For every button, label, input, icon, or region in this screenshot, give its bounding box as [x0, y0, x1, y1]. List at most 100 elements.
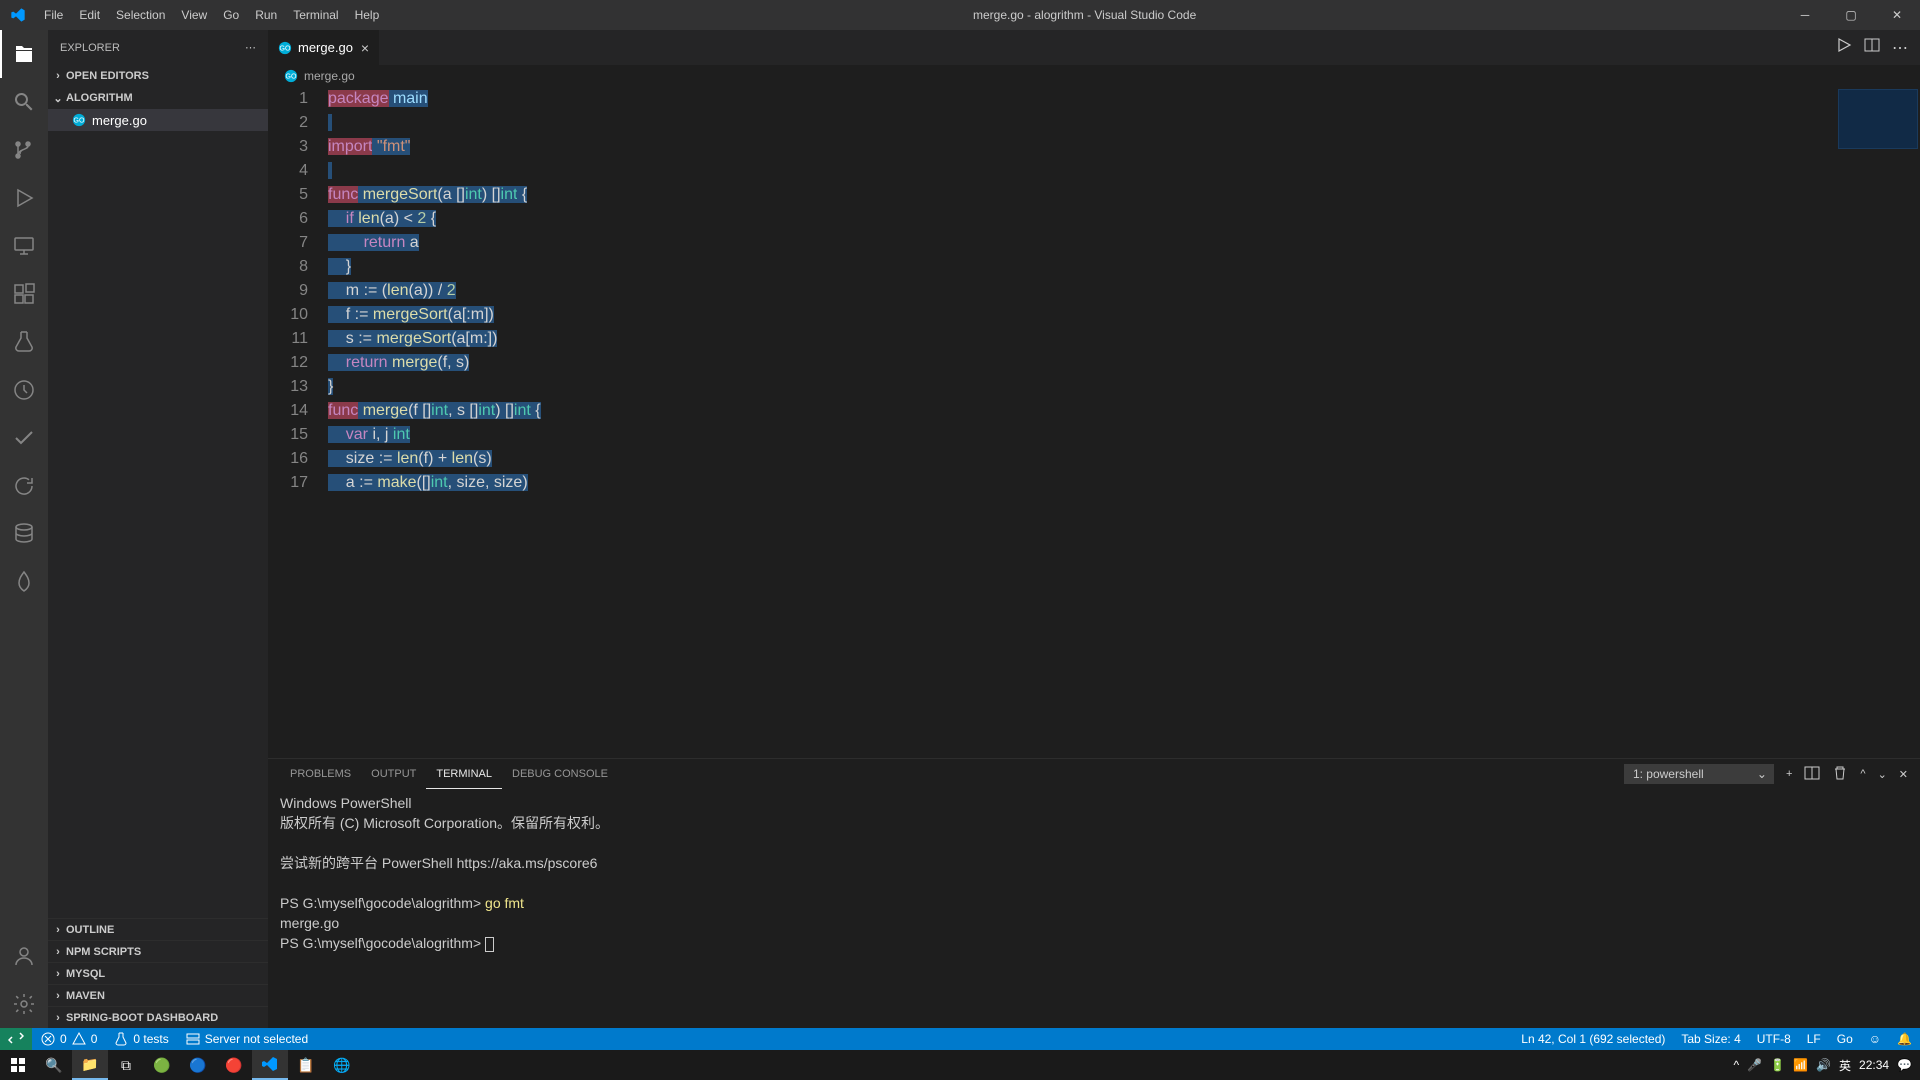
- extensions-icon[interactable]: [0, 270, 48, 318]
- section-spring-boot-dashboard[interactable]: ›SPRING-BOOT DASHBOARD: [48, 1006, 268, 1028]
- split-terminal-icon[interactable]: [1804, 765, 1820, 784]
- mongodb-icon[interactable]: [0, 558, 48, 606]
- section-outline[interactable]: ›OUTLINE: [48, 918, 268, 940]
- status-tab-size[interactable]: Tab Size: 4: [1673, 1028, 1748, 1050]
- remote-indicator[interactable]: [0, 1028, 32, 1050]
- explorer-icon[interactable]: [0, 30, 48, 78]
- split-editor-icon[interactable]: [1864, 37, 1880, 58]
- taskbar-chrome-icon[interactable]: 🌐: [324, 1050, 360, 1080]
- minimap[interactable]: [1838, 89, 1918, 149]
- titlebar: FileEditSelectionViewGoRunTerminalHelp m…: [0, 0, 1920, 30]
- sidebar-bottom-sections: ›OUTLINE›NPM SCRIPTS›MYSQL›MAVEN›SPRING-…: [48, 918, 268, 1028]
- server-label: Server not selected: [205, 1032, 308, 1046]
- sidebar-title-label: EXPLORER: [60, 42, 120, 54]
- settings-icon[interactable]: [0, 980, 48, 1028]
- tab-close-icon[interactable]: ×: [361, 40, 369, 56]
- source-control-icon[interactable]: [0, 126, 48, 174]
- vscode-icon: [10, 7, 26, 23]
- kill-terminal-icon[interactable]: [1832, 765, 1848, 784]
- accounts-icon[interactable]: [0, 932, 48, 980]
- panel-tab-problems[interactable]: PROBLEMS: [280, 759, 361, 789]
- status-problems[interactable]: 0 0: [32, 1028, 105, 1050]
- search-icon[interactable]: [0, 78, 48, 126]
- start-button[interactable]: [0, 1050, 36, 1080]
- taskbar-wechat-icon[interactable]: 🟢: [144, 1050, 180, 1080]
- taskbar-search-icon[interactable]: 🔍: [36, 1050, 72, 1080]
- panel-tab-debug-console[interactable]: DEBUG CONSOLE: [502, 759, 618, 789]
- maximize-panel-icon[interactable]: ^: [1860, 768, 1865, 780]
- tray-notifications-icon[interactable]: 💬: [1897, 1058, 1912, 1072]
- sidebar-more-icon[interactable]: ⋯: [245, 41, 256, 54]
- refresh-icon[interactable]: [0, 462, 48, 510]
- test-icon[interactable]: [0, 318, 48, 366]
- editor-area: GO merge.go × ⋯ GO merge.go 123456789101…: [268, 30, 1920, 1028]
- menu-selection[interactable]: Selection: [108, 0, 173, 30]
- menu-file[interactable]: File: [36, 0, 71, 30]
- code-content[interactable]: package main import "fmt" func mergeSort…: [328, 87, 1920, 758]
- status-bell-icon[interactable]: 🔔: [1889, 1028, 1920, 1050]
- taskbar-app2-icon[interactable]: 🔴: [216, 1050, 252, 1080]
- timeline-icon[interactable]: [0, 366, 48, 414]
- taskbar-terminal-icon[interactable]: ⧉: [108, 1050, 144, 1080]
- chevron-down-icon: ⌄: [1757, 767, 1767, 781]
- tray-volume-icon[interactable]: 🔊: [1816, 1058, 1831, 1072]
- open-editors-section[interactable]: ›OPEN EDITORS: [48, 65, 268, 87]
- status-tests[interactable]: 0 tests: [105, 1028, 176, 1050]
- warning-count: 0: [91, 1032, 98, 1046]
- tray-ime-icon[interactable]: 英: [1839, 1057, 1851, 1074]
- close-panel-icon[interactable]: ✕: [1899, 768, 1908, 781]
- menu-go[interactable]: Go: [215, 0, 247, 30]
- tab-merge-go[interactable]: GO merge.go ×: [268, 30, 380, 65]
- chevron-down-icon[interactable]: ⌄: [1878, 768, 1887, 781]
- status-eol[interactable]: LF: [1799, 1028, 1829, 1050]
- tray-clock[interactable]: 22:34: [1859, 1058, 1889, 1072]
- status-encoding[interactable]: UTF-8: [1749, 1028, 1799, 1050]
- terminal-selector[interactable]: 1: powershell⌄: [1624, 764, 1774, 784]
- run-icon[interactable]: [1836, 37, 1852, 58]
- section-maven[interactable]: ›MAVEN: [48, 984, 268, 1006]
- tray-chevron-icon[interactable]: ^: [1734, 1058, 1740, 1072]
- file-item-merge-go[interactable]: GO merge.go: [48, 109, 268, 131]
- terminal-content[interactable]: Windows PowerShell版权所有 (C) Microsoft Cor…: [268, 789, 1920, 1028]
- status-feedback-icon[interactable]: ☺: [1861, 1028, 1889, 1050]
- menu-run[interactable]: Run: [247, 0, 285, 30]
- code-editor[interactable]: 1234567891011121314151617 package main i…: [268, 87, 1920, 758]
- breadcrumb[interactable]: GO merge.go: [268, 65, 1920, 87]
- database-icon[interactable]: [0, 510, 48, 558]
- more-icon[interactable]: ⋯: [1892, 38, 1908, 58]
- taskbar-app-icon[interactable]: 🔵: [180, 1050, 216, 1080]
- status-server[interactable]: Server not selected: [177, 1028, 316, 1050]
- system-tray[interactable]: ^ 🎤 🔋 📶 🔊 英 22:34 💬: [1726, 1057, 1920, 1074]
- panel-tab-terminal[interactable]: TERMINAL: [426, 759, 502, 789]
- line-numbers: 1234567891011121314151617: [268, 87, 328, 758]
- remote-explorer-icon[interactable]: [0, 222, 48, 270]
- section-mysql[interactable]: ›MYSQL: [48, 962, 268, 984]
- menu-edit[interactable]: Edit: [71, 0, 108, 30]
- close-button[interactable]: ✕: [1874, 0, 1920, 30]
- status-language[interactable]: Go: [1829, 1028, 1861, 1050]
- menu-view[interactable]: View: [173, 0, 215, 30]
- section-npm-scripts[interactable]: ›NPM SCRIPTS: [48, 940, 268, 962]
- menu-terminal[interactable]: Terminal: [285, 0, 346, 30]
- tray-wifi-icon[interactable]: 📶: [1793, 1058, 1808, 1072]
- tray-battery-icon[interactable]: 🔋: [1770, 1058, 1785, 1072]
- go-file-icon: GO: [284, 69, 298, 83]
- project-label: ALOGRITHM: [66, 92, 133, 104]
- menu-help[interactable]: Help: [347, 0, 388, 30]
- status-cursor-position[interactable]: Ln 42, Col 1 (692 selected): [1513, 1028, 1673, 1050]
- tab-bar: GO merge.go × ⋯: [268, 30, 1920, 65]
- tab-label: merge.go: [298, 40, 353, 55]
- menu-bar: FileEditSelectionViewGoRunTerminalHelp: [36, 0, 387, 30]
- taskbar-vscode-icon[interactable]: [252, 1050, 288, 1080]
- tray-mic-icon[interactable]: 🎤: [1747, 1058, 1762, 1072]
- windows-taskbar: 🔍 📁 ⧉ 🟢 🔵 🔴 📋 🌐 ^ 🎤 🔋 📶 🔊 英 22:34 💬: [0, 1050, 1920, 1080]
- run-debug-icon[interactable]: [0, 174, 48, 222]
- taskbar-notepad-icon[interactable]: 📋: [288, 1050, 324, 1080]
- project-section[interactable]: ⌄ALOGRITHM: [48, 87, 268, 109]
- checkmark-icon[interactable]: [0, 414, 48, 462]
- maximize-button[interactable]: ▢: [1828, 0, 1874, 30]
- panel-tab-output[interactable]: OUTPUT: [361, 759, 426, 789]
- minimize-button[interactable]: ─: [1782, 0, 1828, 30]
- taskbar-explorer-icon[interactable]: 📁: [72, 1050, 108, 1080]
- new-terminal-icon[interactable]: +: [1786, 768, 1792, 780]
